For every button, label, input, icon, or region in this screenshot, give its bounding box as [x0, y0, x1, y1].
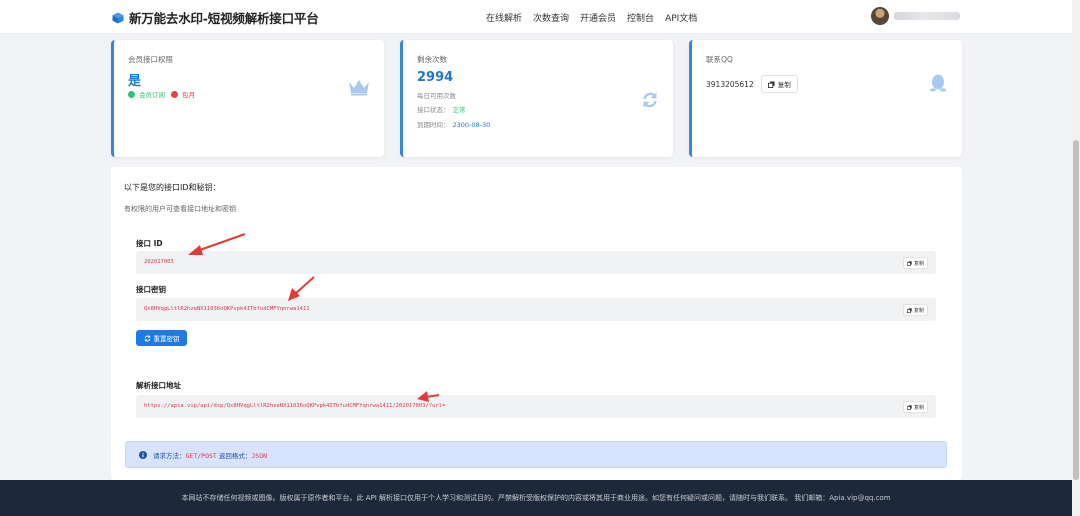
site-logo[interactable]: 新万能去水印-短视频解析接口平台: [112, 8, 319, 27]
nav-console[interactable]: 控制台: [627, 11, 654, 24]
annotation-arrow-id: [188, 233, 246, 255]
qq-number: 3913205612: [706, 79, 754, 89]
api-key-field: Qx8HVqgLltlR2hzeNX11036oQKPvpk4ITbfudCMF…: [136, 298, 936, 321]
method-value: GET/POST: [185, 451, 217, 460]
method-label: 请求方法：: [153, 451, 186, 460]
qq-penguin-icon: [930, 74, 946, 92]
user-menu[interactable]: [871, 7, 960, 25]
api-key-value: Qx8HVqgLltlR2hzeNX11036oQKPvpk4ITbfudCMF…: [144, 306, 310, 312]
info-text: 请求方法：GET/POST 返回格式：JSON: [153, 450, 267, 460]
contact-title: 联系QQ: [706, 55, 733, 64]
remaining-count: 2994: [417, 70, 454, 85]
copy-icon: [906, 404, 912, 410]
top-header: 新万能去水印-短视频解析接口平台 在线解析 次数查询 开通会员 控制台 API文…: [0, 0, 1072, 34]
copy-key-button[interactable]: 复制: [902, 304, 928, 316]
copy-id-button[interactable]: 复制: [902, 257, 928, 269]
format-value: JSON: [251, 451, 268, 460]
api-key-label: 接口密钥: [136, 285, 166, 294]
api-status-label: 接口状态：: [417, 106, 450, 114]
copy-qq-button[interactable]: 复制: [760, 75, 798, 93]
crown-icon: [349, 80, 369, 96]
cube-icon: [112, 12, 124, 23]
contact-card: 联系QQ 3913205612 复制: [689, 40, 962, 157]
annotation-arrow-url: [417, 391, 440, 402]
membership-card: 会员接口权限 是 会员订阅 包月: [111, 40, 384, 157]
site-title: 新万能去水印-短视频解析接口平台: [129, 11, 319, 26]
copy-icon: [906, 260, 912, 266]
api-id-value: 202017003: [144, 259, 174, 265]
membership-title: 会员接口权限: [128, 55, 173, 64]
api-id-label: 接口 ID: [136, 239, 163, 248]
scrollbar-thumb[interactable]: [1073, 140, 1079, 480]
avatar[interactable]: [871, 7, 889, 25]
remaining-card: 剩余次数 2994 每日可用次数 接口状态： 正常 到期时间： 2300-08-30: [400, 40, 673, 157]
nav-online-parse[interactable]: 在线解析: [486, 11, 522, 24]
nav-count-query[interactable]: 次数查询: [533, 11, 569, 24]
membership-value: 是: [128, 74, 142, 89]
blurred-username: [894, 12, 960, 20]
remaining-title: 剩余次数: [417, 55, 447, 64]
request-info-alert: 请求方法：GET/POST 返回格式：JSON: [125, 441, 947, 468]
site-footer: 本网站不存储任何视频或图像。版权属于原作者和平台。此 API 解析接口仅用于个人…: [0, 480, 1072, 516]
panel-title: 以下是您的接口ID和秘钥：: [124, 183, 221, 192]
refresh-icon: [643, 92, 657, 108]
reset-key-label: 重置密钥: [153, 335, 180, 343]
copy-icon: [906, 307, 912, 313]
copy-qq-label: 复制: [777, 81, 791, 89]
info-icon: [139, 450, 147, 459]
nav-api-docs[interactable]: API文档: [665, 11, 697, 24]
nav-membership[interactable]: 开通会员: [580, 11, 616, 24]
expiry-value: 2300-08-30: [452, 121, 491, 129]
api-status: 接口状态： 正常: [417, 104, 466, 114]
tag-monthly: 包月: [182, 91, 195, 99]
main-nav: 在线解析 次数查询 开通会员 控制台 API文档: [486, 11, 697, 24]
panel-subtitle: 有权限的用户可查看接口地址和密钥: [124, 205, 236, 213]
copy-url-label: 复制: [913, 404, 924, 411]
copy-id-label: 复制: [913, 260, 924, 267]
qq-row: 3913205612 复制: [706, 75, 798, 93]
daily-label: 每日可用次数: [417, 92, 456, 100]
green-dot-icon: [128, 90, 135, 98]
copy-key-label: 复制: [913, 307, 924, 314]
reset-key-button[interactable]: 重置密钥: [136, 330, 187, 346]
expiry-label: 到期时间：: [417, 121, 450, 129]
api-id-field: 202017003 复制: [136, 251, 936, 274]
page-scrollbar[interactable]: [1072, 0, 1080, 516]
copy-icon: [767, 80, 775, 88]
parse-url-field: https://apia.vip/api/dsp/Qx8HVqgLltlR2hz…: [136, 395, 936, 418]
tag-subscription: 会员订阅: [139, 91, 165, 99]
footer-text: 本网站不存储任何视频或图像。版权属于原作者和平台。此 API 解析接口仅用于个人…: [181, 494, 891, 502]
api-status-value: 正常: [452, 106, 466, 114]
copy-url-button[interactable]: 复制: [902, 401, 928, 413]
annotation-arrow-key: [288, 276, 315, 301]
expiry: 到期时间： 2300-08-30: [417, 119, 490, 129]
membership-tags: 会员订阅 包月: [128, 89, 195, 99]
api-credentials-panel: 以下是您的接口ID和秘钥： 有权限的用户可查看接口地址和密钥 接口 ID 202…: [111, 167, 962, 480]
refresh-icon: [144, 334, 150, 342]
format-label: 返回格式：: [216, 451, 252, 460]
parse-url-value: https://apia.vip/api/dsp/Qx8HVqgLltlR2hz…: [144, 403, 446, 409]
red-dot-icon: [171, 90, 178, 98]
parse-url-label: 解析接口地址: [136, 381, 181, 390]
